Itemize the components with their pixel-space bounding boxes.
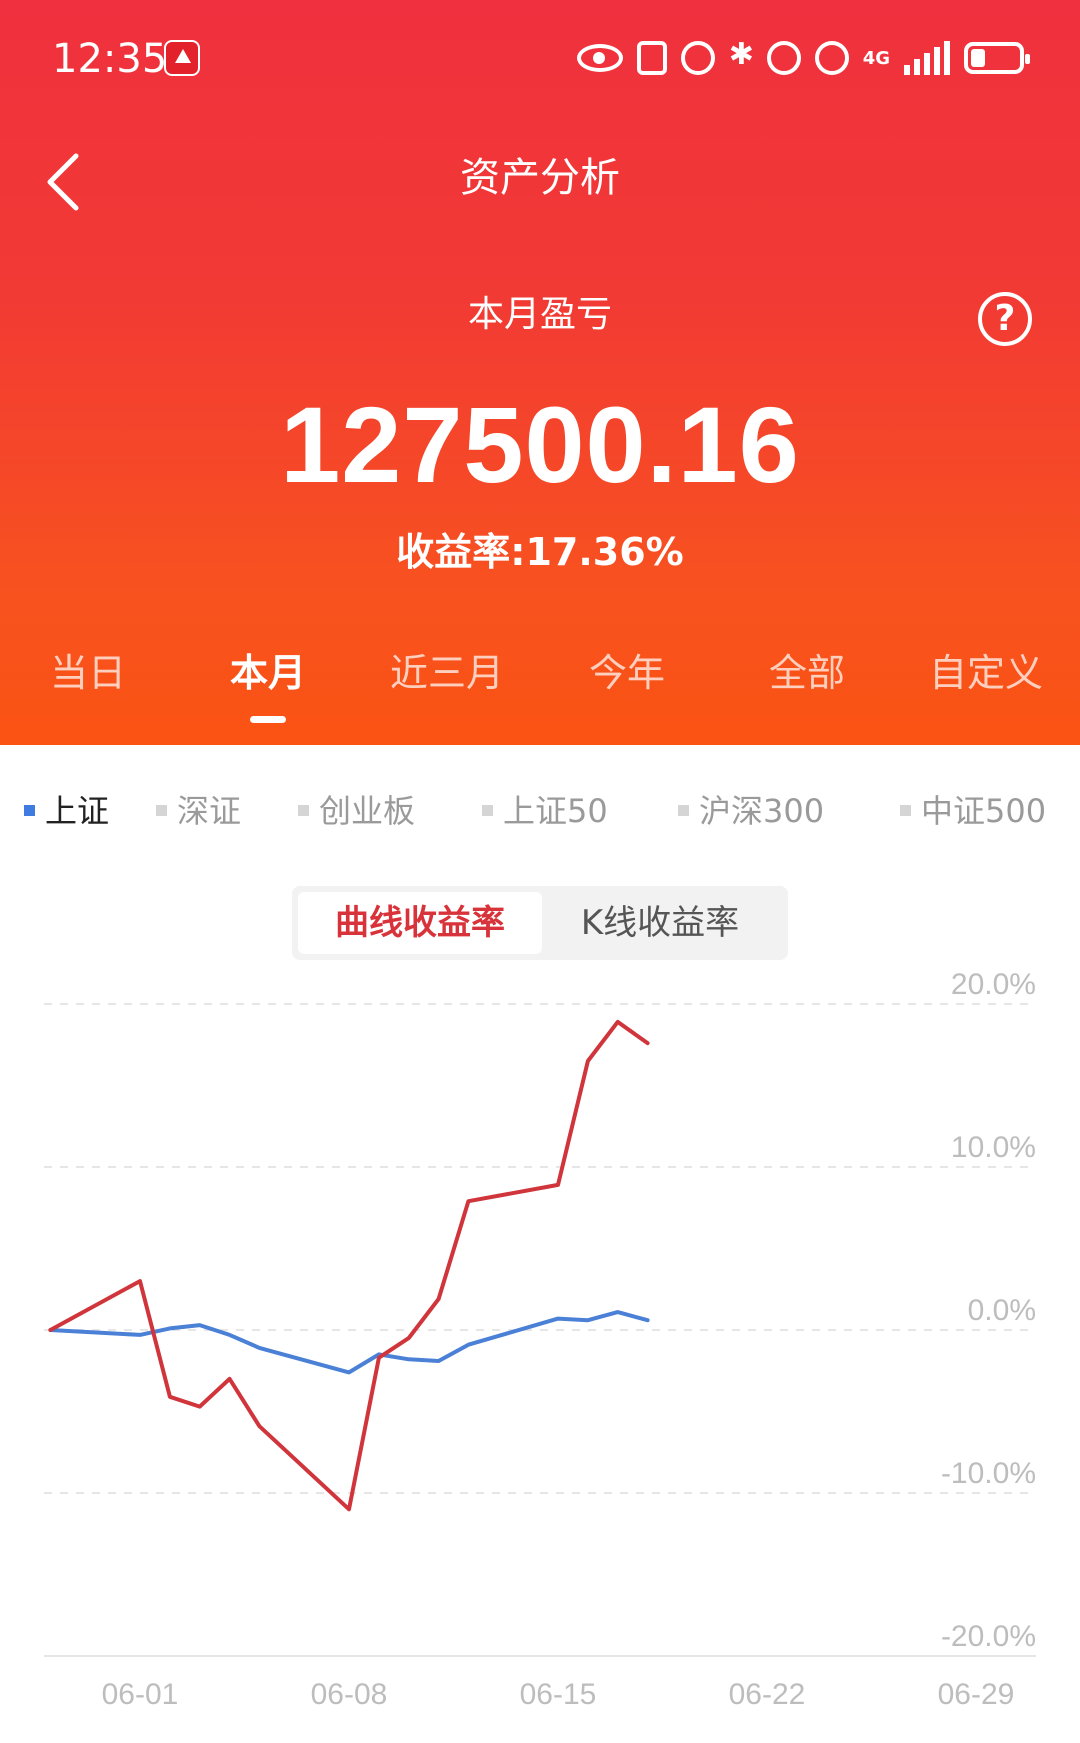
y-tick-label: -20.0% bbox=[941, 1620, 1036, 1653]
index-tab-shenzhen[interactable]: 深证 bbox=[156, 786, 241, 836]
portfolio-return-line bbox=[48, 1019, 650, 1512]
status-icons: 4G bbox=[576, 36, 1030, 80]
index-tab-label: 中证500 bbox=[921, 792, 1047, 830]
index-tab-label: 深证 bbox=[177, 792, 242, 830]
index-tab-csi500[interactable]: 中证500 bbox=[900, 786, 1046, 836]
return-rate-value: 17.36% bbox=[525, 530, 684, 574]
tab-indicator bbox=[250, 716, 286, 723]
eye-icon bbox=[576, 44, 623, 72]
y-tick-label: 10.0% bbox=[951, 1131, 1036, 1164]
network-type: 4G bbox=[862, 47, 890, 69]
index-tab-label: 上证 bbox=[45, 792, 110, 830]
tab-all[interactable]: 全部 bbox=[727, 645, 887, 701]
return-rate-label: 收益率: bbox=[396, 530, 526, 574]
x-tick-label: 06-08 bbox=[311, 1678, 388, 1711]
x-tick-label: 06-29 bbox=[938, 1678, 1015, 1711]
curve-return-button[interactable]: 曲线收益率 bbox=[298, 892, 542, 954]
app-badge-icon bbox=[164, 40, 200, 76]
mute-icon bbox=[766, 41, 801, 75]
index-tab-label: 创业板 bbox=[319, 792, 416, 830]
index-dot bbox=[678, 804, 689, 816]
alarm-icon bbox=[680, 41, 715, 75]
tab-three-months[interactable]: 近三月 bbox=[367, 645, 527, 701]
y-tick-label: 0.0% bbox=[968, 1294, 1036, 1327]
x-tick-label: 06-22 bbox=[729, 1678, 806, 1711]
y-tick-label: -10.0% bbox=[941, 1457, 1036, 1490]
page-title: 资产分析 bbox=[460, 155, 620, 201]
index-dot bbox=[482, 804, 493, 816]
tab-this-month[interactable]: 本月 bbox=[188, 645, 348, 701]
index-dot bbox=[156, 804, 167, 816]
return-rate: 收益率:17.36% bbox=[0, 528, 1080, 576]
index-tab-csi300[interactable]: 沪深300 bbox=[678, 786, 824, 836]
pnl-value: 127500.16 bbox=[280, 384, 800, 505]
chart-svg: 20.0% 10.0% 0.0% -10.0% -20.0% 06-01 06-08 06-1… bbox=[44, 968, 1036, 1711]
signal-icon bbox=[904, 41, 950, 75]
tab-this-year[interactable]: 今年 bbox=[547, 645, 707, 701]
status-time: 12:35 bbox=[52, 36, 168, 82]
index-dot bbox=[900, 804, 911, 816]
index-return-line bbox=[48, 1310, 650, 1375]
period-tabs: 当日 本月 近三月 今年 全部 自定义 bbox=[0, 645, 1080, 705]
y-tick-label: 20.0% bbox=[951, 968, 1036, 1001]
chart-mode-toggle: 曲线收益率 K线收益率 bbox=[292, 886, 788, 960]
question-circle-icon[interactable]: ? bbox=[978, 292, 1032, 346]
index-dot bbox=[298, 804, 309, 816]
index-tabs: 上证 深证 创业板 上证50 沪深300 中证500 bbox=[0, 786, 1080, 836]
index-tab-chinext[interactable]: 创业板 bbox=[298, 786, 415, 836]
index-dot bbox=[24, 804, 35, 816]
x-tick-label: 06-15 bbox=[520, 1678, 597, 1711]
tab-custom[interactable]: 自定义 bbox=[906, 645, 1066, 701]
kline-return-button[interactable]: K线收益率 bbox=[538, 892, 782, 954]
summary-label: 本月盈亏 bbox=[467, 294, 612, 335]
index-tab-shanghai[interactable]: 上证 bbox=[24, 786, 109, 836]
bluetooth-icon bbox=[729, 37, 754, 75]
tab-today[interactable]: 当日 bbox=[8, 645, 168, 701]
hotspot-icon bbox=[814, 41, 849, 75]
index-tab-label: 上证50 bbox=[503, 792, 608, 830]
battery-icon bbox=[964, 42, 1030, 74]
index-tab-sse50[interactable]: 上证50 bbox=[482, 786, 608, 836]
index-tab-label: 沪深300 bbox=[699, 792, 825, 830]
nfc-icon bbox=[636, 41, 667, 75]
status-bar: 12:35 4G bbox=[0, 0, 1080, 115]
x-tick-label: 06-01 bbox=[102, 1678, 179, 1711]
return-chart: 20.0% 10.0% 0.0% -10.0% -20.0% 06-01 06-08 06-1… bbox=[0, 960, 1080, 1743]
